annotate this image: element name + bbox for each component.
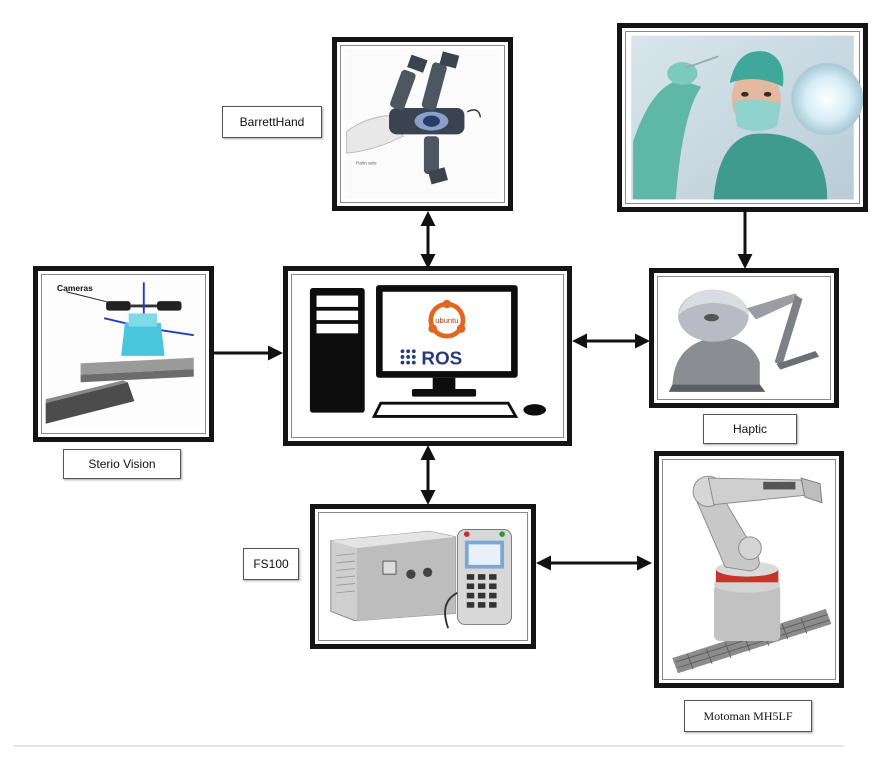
- ros-workstation-panel: ubuntu ROS: [283, 266, 572, 446]
- computer-ros-workstation: ubuntu ROS: [298, 278, 557, 434]
- haptic-panel: [649, 268, 839, 408]
- haptic-label: Haptic: [703, 414, 797, 444]
- stereo-vision-camera-rig: Cameras: [45, 278, 202, 430]
- motoman-panel: [654, 451, 844, 688]
- cameras-text: Cameras: [57, 283, 93, 293]
- haptic-device-image: [663, 280, 825, 396]
- ros-text: ROS: [421, 349, 462, 370]
- bottom-divider: [14, 745, 844, 747]
- fs100-panel: [310, 504, 536, 649]
- surgeon-image: [631, 35, 863, 200]
- stereo-vision-panel: Cameras: [33, 266, 214, 442]
- barrett-hand-label: BarrettHand: [222, 106, 322, 138]
- stereo-vision-label: Sterio Vision: [63, 449, 181, 479]
- barrett-hand-image: Palm axis: [344, 49, 501, 199]
- barrett-hand-panel: Palm axis: [332, 37, 513, 211]
- motoman-robot-arm-image: [666, 464, 832, 675]
- fs100-label: FS100: [243, 548, 299, 580]
- svg-text:Palm axis: Palm axis: [356, 161, 377, 166]
- surgeon-panel: [617, 23, 868, 212]
- fs100-controller-image: [325, 516, 521, 637]
- motoman-label: Motoman MH5LF: [684, 700, 812, 732]
- ubuntu-text: ubuntu: [435, 316, 458, 325]
